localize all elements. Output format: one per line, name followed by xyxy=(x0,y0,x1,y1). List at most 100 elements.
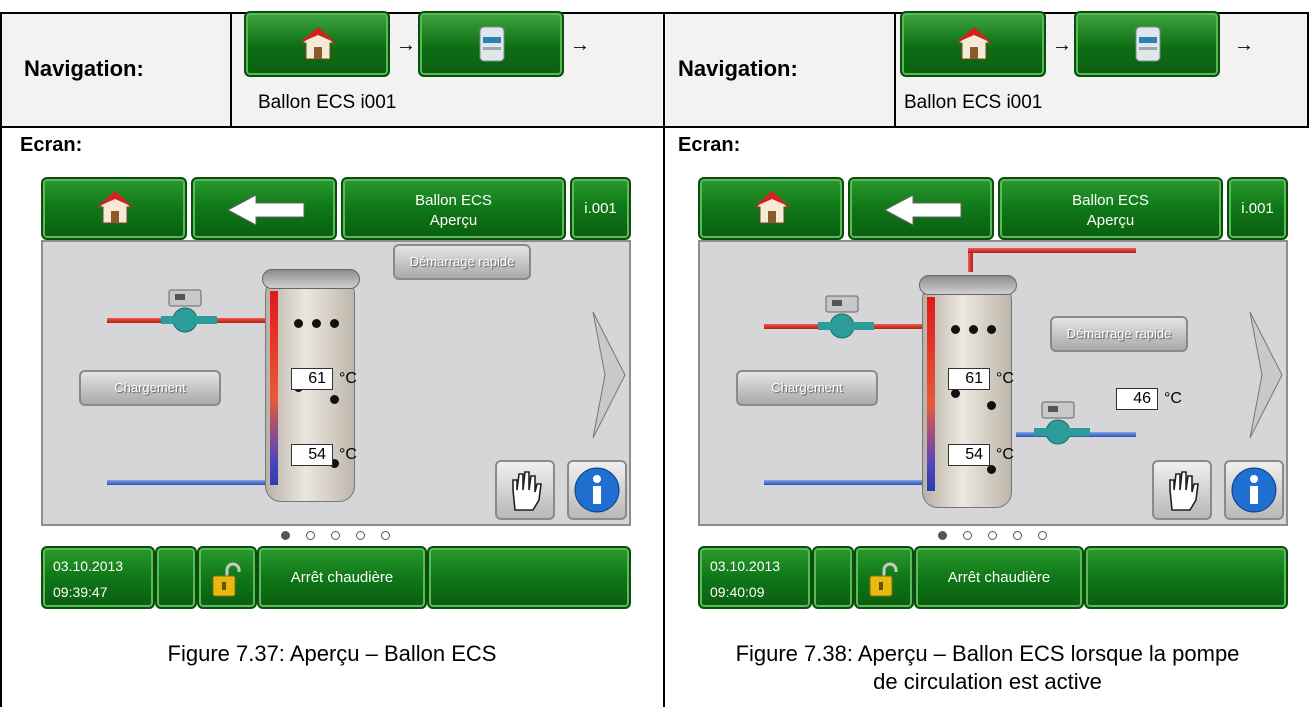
nav-home-button[interactable] xyxy=(900,11,1046,77)
nav-boiler-button[interactable] xyxy=(1074,11,1220,77)
tank-bottom-temperature: 54 xyxy=(948,444,990,466)
device-screen: Ballon ECS Aperçu i.001 46 °C Chargement xyxy=(698,177,1288,619)
charge-button[interactable]: Chargement xyxy=(736,370,878,406)
tank-top-temperature: 61 xyxy=(948,368,990,390)
home-icon xyxy=(300,27,336,60)
home-icon xyxy=(97,191,133,224)
caption-text-line1: Figure 7.38: Aperçu – Ballon ECS lorsque… xyxy=(735,641,1240,666)
quick-start-button[interactable]: Démarrage rapide xyxy=(393,244,531,280)
datetime-button: 03.10.2013 09:39:47 xyxy=(41,546,155,609)
figure-caption: Figure 7.37: Aperçu – Ballon ECS xyxy=(0,640,664,668)
screen-top-bar: Ballon ECS Aperçu i.001 xyxy=(41,177,631,240)
nav-arrow: → xyxy=(396,34,416,56)
caption-text: Figure 7.37: Aperçu – Ballon ECS xyxy=(167,641,497,666)
nav-path: Ballon ECS i001 xyxy=(258,92,397,113)
nav-label-cell: Navigation: xyxy=(666,14,894,126)
page-dot[interactable] xyxy=(381,531,390,540)
page-dot[interactable] xyxy=(938,531,947,540)
time-text: 09:39:47 xyxy=(53,584,108,600)
quick-start-button[interactable]: Démarrage rapide xyxy=(1050,316,1188,352)
tank-port xyxy=(312,319,321,328)
boiler-status-button[interactable]: Arrêt chaudière xyxy=(914,546,1084,609)
nav-arrow: → xyxy=(570,34,590,56)
nav-label: Navigation: xyxy=(678,56,798,81)
back-button[interactable] xyxy=(848,177,994,240)
tank-top-temperature: 61 xyxy=(291,368,333,390)
return-pipe xyxy=(107,480,269,485)
device-screen: Ballon ECS Aperçu i.001 Chargement Démar… xyxy=(41,177,631,619)
pump-icon xyxy=(161,289,217,333)
empty-button[interactable] xyxy=(427,546,631,609)
lock-button[interactable] xyxy=(854,546,914,609)
nav-arrow: → xyxy=(1234,34,1254,56)
tank-port xyxy=(987,465,996,474)
back-arrow-icon xyxy=(226,194,305,226)
back-arrow-icon xyxy=(883,194,962,226)
tank-port xyxy=(987,401,996,410)
back-button[interactable] xyxy=(191,177,337,240)
ecran-label: Ecran: xyxy=(678,134,741,156)
tank-port xyxy=(330,395,339,404)
page-dot[interactable] xyxy=(1013,531,1022,540)
screen-title-line1: Ballon ECS xyxy=(1072,192,1149,209)
temperature-unit: °C xyxy=(1164,390,1182,407)
tank-temperature-bar xyxy=(927,297,935,491)
padlock-icon xyxy=(869,562,898,597)
caption-text-line2: de circulation est active xyxy=(873,669,1102,694)
lock-button[interactable] xyxy=(197,546,257,609)
nav-arrow: → xyxy=(1052,34,1072,56)
code-button: i.001 xyxy=(1227,177,1288,240)
screen-bottom-bar: 03.10.2013 09:39:47 Arrêt chaudière xyxy=(41,546,631,609)
page-dot[interactable] xyxy=(988,531,997,540)
nav-home-button[interactable] xyxy=(244,11,390,77)
info-button[interactable] xyxy=(567,460,627,520)
time-text: 09:40:09 xyxy=(710,584,765,600)
page-dot[interactable] xyxy=(281,531,290,540)
page-dot[interactable] xyxy=(1038,531,1047,540)
home-button[interactable] xyxy=(698,177,844,240)
hand-icon xyxy=(1169,471,1199,511)
padlock-icon xyxy=(212,562,241,597)
pump-icon xyxy=(1034,401,1090,445)
charge-button[interactable]: Chargement xyxy=(79,370,221,406)
overview-panel: Chargement Démarrage rapide 61 °C 54 °C xyxy=(41,240,631,526)
next-arrow-icon[interactable] xyxy=(591,310,627,440)
title-button: Ballon ECS Aperçu xyxy=(341,177,566,240)
empty-button[interactable] xyxy=(1084,546,1288,609)
boiler-status: Arrêt chaudière xyxy=(290,569,394,586)
home-icon xyxy=(956,27,992,60)
empty-button[interactable] xyxy=(155,546,197,609)
screen-code: i.001 xyxy=(584,200,617,217)
tank-port xyxy=(294,319,303,328)
screen-bottom-bar: 03.10.2013 09:40:09 Arrêt chaudière xyxy=(698,546,1288,609)
temperature-unit: °C xyxy=(339,370,357,387)
hand-icon xyxy=(512,471,542,511)
page-indicator xyxy=(698,526,1288,546)
info-icon xyxy=(1231,467,1277,513)
page-dot[interactable] xyxy=(963,531,972,540)
page-dot[interactable] xyxy=(331,531,340,540)
nav-boiler-button[interactable] xyxy=(418,11,564,77)
home-button[interactable] xyxy=(41,177,187,240)
boiler-status-button[interactable]: Arrêt chaudière xyxy=(257,546,427,609)
tank-port xyxy=(951,389,960,398)
boiler-icon xyxy=(1135,26,1161,62)
tank-port xyxy=(951,325,960,334)
next-arrow-icon[interactable] xyxy=(1248,310,1284,440)
tank-port xyxy=(987,325,996,334)
page-dot[interactable] xyxy=(306,531,315,540)
date-text: 03.10.2013 xyxy=(710,558,781,574)
boiler-icon xyxy=(479,26,505,62)
manual-mode-button[interactable] xyxy=(1152,460,1212,520)
manual-mode-button[interactable] xyxy=(495,460,555,520)
empty-button[interactable] xyxy=(812,546,854,609)
tank-cap xyxy=(919,275,1017,295)
home-icon xyxy=(754,191,790,224)
temperature-unit: °C xyxy=(339,446,357,463)
nav-label-cell: Navigation: xyxy=(2,14,230,126)
info-button[interactable] xyxy=(1224,460,1284,520)
nav-label: Navigation: xyxy=(24,56,144,81)
code-button: i.001 xyxy=(570,177,631,240)
datetime-button: 03.10.2013 09:40:09 xyxy=(698,546,812,609)
page-dot[interactable] xyxy=(356,531,365,540)
